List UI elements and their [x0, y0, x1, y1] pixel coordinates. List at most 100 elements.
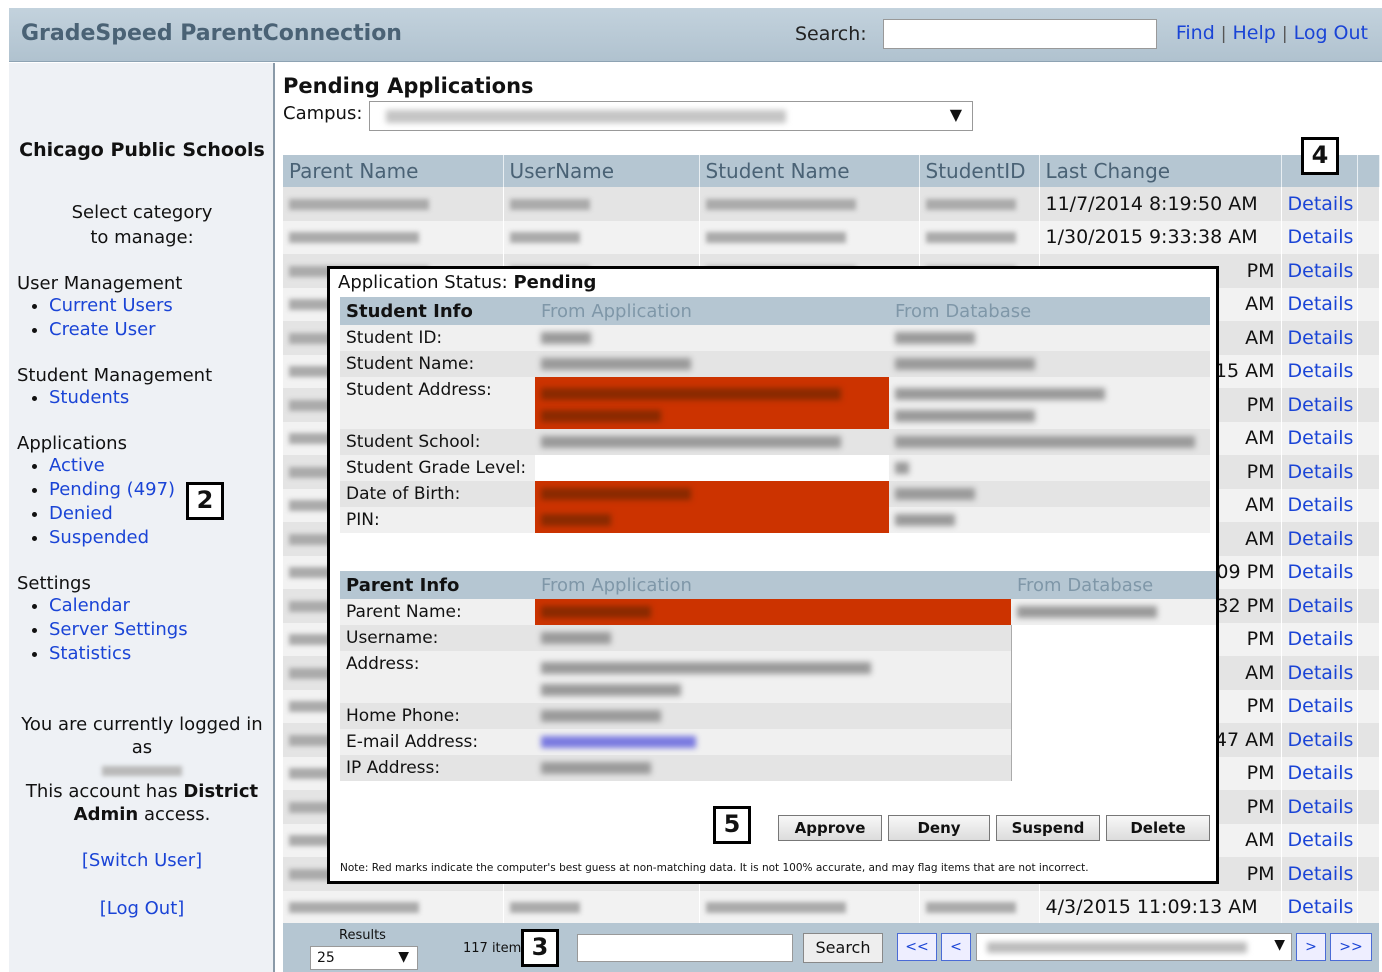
- campus-label: Campus:: [283, 103, 363, 124]
- next-page-button[interactable]: >: [1296, 933, 1326, 961]
- details-link[interactable]: Details: [1288, 896, 1354, 918]
- campus-select[interactable]: ▼: [369, 101, 973, 131]
- last-change-cell: 11/7/2014 8:19:50 AM: [1039, 187, 1282, 221]
- items-count: 117 item: [463, 941, 522, 956]
- details-link[interactable]: Details: [1288, 628, 1354, 650]
- details-link[interactable]: Details: [1288, 561, 1354, 583]
- student-grade-row: Student Grade Level:: [340, 455, 1210, 481]
- details-link[interactable]: Details: [1288, 729, 1354, 751]
- sidebar-item-students[interactable]: Students: [49, 387, 129, 408]
- approve-button[interactable]: Approve: [778, 815, 882, 841]
- sidebar-logout-link[interactable]: [Log Out]: [100, 898, 185, 919]
- last-page-button[interactable]: >>: [1330, 933, 1372, 961]
- redacted-value: [541, 388, 841, 400]
- redacted-value: [289, 902, 419, 914]
- page-title: Pending Applications: [283, 74, 534, 98]
- field-label: Home Phone:: [340, 703, 535, 729]
- sidebar-item-current-users[interactable]: Current Users: [49, 295, 173, 316]
- table-row: 4/3/2015 11:09:13 AM Details: [283, 890, 1380, 924]
- col-last-change[interactable]: Last Change: [1039, 155, 1282, 187]
- sidebar-item-create-user[interactable]: Create User: [49, 319, 156, 340]
- sidebar-item-active[interactable]: Active: [49, 455, 105, 476]
- redacted-value: [509, 902, 580, 914]
- details-link[interactable]: Details: [1288, 829, 1354, 851]
- details-link[interactable]: Details: [1288, 293, 1354, 315]
- details-link[interactable]: Details: [1288, 394, 1354, 416]
- redacted-value: [541, 606, 651, 618]
- redacted-value: [289, 198, 429, 210]
- redacted-value: [705, 232, 846, 244]
- search-input[interactable]: [883, 19, 1157, 49]
- col-username[interactable]: UserName: [503, 155, 700, 187]
- row-spacer: [1357, 220, 1380, 254]
- results-per-page-select[interactable]: 25 ▼: [310, 946, 418, 970]
- pager-search-input[interactable]: [577, 934, 793, 962]
- details-link[interactable]: Details: [1288, 360, 1354, 382]
- sidebar-item-calendar[interactable]: Calendar: [49, 595, 130, 616]
- redacted-value: [541, 358, 691, 370]
- annotation-marker-5: 5: [713, 806, 751, 844]
- logout-link[interactable]: Log Out: [1294, 22, 1368, 44]
- redacted-cell: [919, 890, 1040, 924]
- username-row: Username:: [340, 625, 1216, 651]
- sidebar-item-pending[interactable]: Pending (497): [49, 479, 175, 500]
- field-label: Student Grade Level:: [340, 455, 535, 481]
- sidebar-item-statistics[interactable]: Statistics: [49, 643, 131, 664]
- student-info-header: Student Info: [340, 297, 535, 325]
- sidebar-item-server-settings[interactable]: Server Settings: [49, 619, 188, 640]
- find-link[interactable]: Find: [1176, 22, 1215, 44]
- db-value: [1010, 755, 1216, 781]
- redacted-username: [102, 766, 182, 776]
- app-value: [535, 429, 889, 455]
- field-label: Student School:: [340, 429, 535, 455]
- details-link[interactable]: Details: [1288, 528, 1354, 550]
- redacted-value: [509, 198, 590, 210]
- details-link[interactable]: Details: [1288, 595, 1354, 617]
- details-link[interactable]: Details: [1288, 327, 1354, 349]
- details-link[interactable]: Details: [1288, 226, 1354, 248]
- col-student-name[interactable]: Student Name: [699, 155, 920, 187]
- details-link[interactable]: Details: [1288, 762, 1354, 784]
- delete-button[interactable]: Delete: [1106, 815, 1210, 841]
- deny-button[interactable]: Deny: [888, 815, 990, 841]
- details-link[interactable]: Details: [1288, 796, 1354, 818]
- sidebar-item-denied[interactable]: Denied: [49, 503, 113, 524]
- redacted-email-link[interactable]: [541, 736, 696, 748]
- home-phone-row: Home Phone:: [340, 703, 1216, 729]
- details-link[interactable]: Details: [1288, 193, 1354, 215]
- redacted-value: [705, 198, 856, 210]
- row-spacer: [1357, 689, 1380, 723]
- help-link[interactable]: Help: [1233, 22, 1276, 44]
- page-select[interactable]: ▼: [976, 933, 1292, 961]
- redacted-value: [541, 762, 651, 774]
- row-spacer: [1357, 823, 1380, 857]
- row-spacer: [1357, 388, 1380, 422]
- details-cell: Details: [1281, 756, 1358, 790]
- prev-page-button[interactable]: <: [941, 933, 971, 961]
- first-page-button[interactable]: <<: [897, 933, 937, 961]
- sidebar-item-suspended[interactable]: Suspended: [49, 527, 149, 548]
- field-label: Student ID:: [340, 325, 535, 351]
- row-spacer: [1357, 756, 1380, 790]
- details-link[interactable]: Details: [1288, 461, 1354, 483]
- details-link[interactable]: Details: [1288, 427, 1354, 449]
- redacted-campus: [386, 110, 786, 123]
- redacted-value: [541, 488, 691, 500]
- details-link[interactable]: Details: [1288, 260, 1354, 282]
- switch-user-link[interactable]: [Switch User]: [82, 850, 202, 871]
- redacted-cell: [919, 187, 1040, 221]
- suspend-button[interactable]: Suspend: [996, 815, 1100, 841]
- redacted-value: [541, 662, 871, 674]
- col-student-id[interactable]: StudentID: [919, 155, 1040, 187]
- details-cell: Details: [1281, 321, 1358, 355]
- details-link[interactable]: Details: [1288, 863, 1354, 885]
- table-row: 1/30/2015 9:33:38 AM Details: [283, 220, 1380, 254]
- details-cell: Details: [1281, 790, 1358, 824]
- details-link[interactable]: Details: [1288, 695, 1354, 717]
- details-link[interactable]: Details: [1288, 662, 1354, 684]
- pager-search-button[interactable]: Search: [803, 933, 883, 963]
- email-row: E-mail Address:: [340, 729, 1216, 755]
- logged-in-text: You are currently logged in as: [9, 713, 275, 782]
- details-link[interactable]: Details: [1288, 494, 1354, 516]
- col-parent-name[interactable]: Parent Name: [283, 155, 504, 187]
